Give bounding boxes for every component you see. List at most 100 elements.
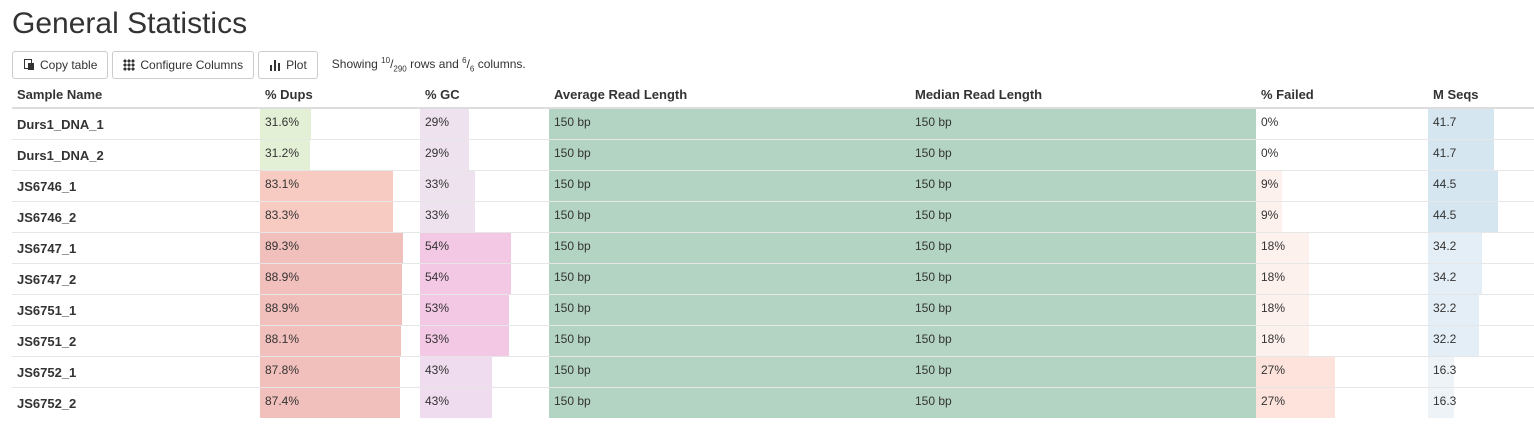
col-header-failed[interactable]: % Failed xyxy=(1256,82,1428,109)
median-read-length-cell: 150 bp xyxy=(910,107,1256,140)
median-read-length-value: 150 bp xyxy=(915,115,952,129)
col-header-dups[interactable]: % Dups xyxy=(260,82,420,109)
sample-name-cell: JS6751_1 xyxy=(12,294,260,326)
dups-cell: 31.6% xyxy=(260,107,420,140)
median-read-length-value: 150 bp xyxy=(915,301,952,315)
col-header-median-read-length[interactable]: Median Read Length xyxy=(910,82,1256,109)
table-row: JS6746_1 83.1% 33% 150 bp 150 bp 9% 44.5 xyxy=(12,170,1534,202)
m-seqs-value: 41.7 xyxy=(1433,146,1457,160)
dups-value: 87.8% xyxy=(265,363,300,377)
avg-read-length-value: 150 bp xyxy=(554,332,591,346)
failed-value: 0% xyxy=(1261,146,1279,160)
dups-cell: 89.3% xyxy=(260,232,420,264)
failed-cell: 9% xyxy=(1256,201,1428,233)
m-seqs-cell: 32.2 xyxy=(1428,294,1534,326)
failed-cell: 27% xyxy=(1256,356,1428,388)
gc-value: 29% xyxy=(425,115,450,129)
m-seqs-cell: 34.2 xyxy=(1428,263,1534,295)
grid-icon xyxy=(123,59,136,71)
m-seqs-cell: 16.3 xyxy=(1428,356,1534,388)
failed-value: 27% xyxy=(1261,394,1286,408)
gc-value: 54% xyxy=(425,239,450,253)
median-read-length-value: 150 bp xyxy=(915,239,952,253)
dups-cell: 87.8% xyxy=(260,356,420,388)
avg-read-length-cell: 150 bp xyxy=(549,232,910,264)
m-seqs-cell: 41.7 xyxy=(1428,139,1534,171)
dups-value: 88.9% xyxy=(265,270,300,284)
m-seqs-value: 16.3 xyxy=(1433,394,1457,408)
m-seqs-cell: 16.3 xyxy=(1428,387,1534,418)
median-read-length-value: 150 bp xyxy=(915,208,952,222)
gc-value: 33% xyxy=(425,208,450,222)
median-read-length-cell: 150 bp xyxy=(910,294,1256,326)
avg-read-length-cell: 150 bp xyxy=(549,263,910,295)
median-read-length-cell: 150 bp xyxy=(910,201,1256,233)
plot-button[interactable]: Plot xyxy=(258,51,318,79)
avg-read-length-cell: 150 bp xyxy=(549,201,910,233)
dups-value: 88.9% xyxy=(265,301,300,315)
sample-name-cell: JS6747_2 xyxy=(12,263,260,295)
failed-value: 27% xyxy=(1261,363,1286,377)
dups-cell: 83.3% xyxy=(260,201,420,233)
col-header-sample-name[interactable]: Sample Name xyxy=(12,82,260,109)
table-row: JS6747_1 89.3% 54% 150 bp 150 bp 18% 34.2 xyxy=(12,232,1534,264)
failed-cell: 0% xyxy=(1256,107,1428,140)
failed-value: 18% xyxy=(1261,270,1286,284)
sample-name-cell: JS6746_2 xyxy=(12,201,260,233)
avg-read-length-value: 150 bp xyxy=(554,394,591,408)
sample-name-cell: JS6751_2 xyxy=(12,325,260,357)
table-row: JS6751_1 88.9% 53% 150 bp 150 bp 18% 32.2 xyxy=(12,294,1534,326)
failed-value: 0% xyxy=(1261,115,1279,129)
m-seqs-cell: 32.2 xyxy=(1428,325,1534,357)
table-row: JS6752_2 87.4% 43% 150 bp 150 bp 27% 16.3 xyxy=(12,387,1534,418)
m-seqs-cell: 41.7 xyxy=(1428,107,1534,140)
median-read-length-value: 150 bp xyxy=(915,270,952,284)
dups-value: 87.4% xyxy=(265,394,300,408)
configure-columns-button[interactable]: Configure Columns xyxy=(112,51,255,79)
m-seqs-cell: 44.5 xyxy=(1428,201,1534,233)
sample-name-cell: JS6747_1 xyxy=(12,232,260,264)
failed-value: 9% xyxy=(1261,177,1279,191)
general-statistics-table: Sample Name % Dups % GC Average Read Len… xyxy=(12,82,1534,418)
dups-value: 83.3% xyxy=(265,208,300,222)
table-header-row: Sample Name % Dups % GC Average Read Len… xyxy=(12,82,1534,109)
median-read-length-value: 150 bp xyxy=(915,394,952,408)
avg-read-length-cell: 150 bp xyxy=(549,294,910,326)
copy-table-button[interactable]: Copy table xyxy=(12,51,109,79)
showing-rows-info: Showing 10/290 rows and 6/6 columns. xyxy=(331,56,526,74)
gc-value: 43% xyxy=(425,394,450,408)
avg-read-length-value: 150 bp xyxy=(554,146,591,160)
m-seqs-cell: 34.2 xyxy=(1428,232,1534,264)
gc-cell: 43% xyxy=(420,387,549,418)
table-row: JS6746_2 83.3% 33% 150 bp 150 bp 9% 44.5 xyxy=(12,201,1534,233)
col-header-avg-read-length[interactable]: Average Read Length xyxy=(549,82,910,109)
table-row: JS6751_2 88.1% 53% 150 bp 150 bp 18% 32.2 xyxy=(12,325,1534,357)
dups-cell: 31.2% xyxy=(260,139,420,171)
dups-cell: 88.1% xyxy=(260,325,420,357)
median-read-length-cell: 150 bp xyxy=(910,263,1256,295)
gc-cell: 29% xyxy=(420,139,549,171)
failed-cell: 18% xyxy=(1256,232,1428,264)
gc-cell: 54% xyxy=(420,232,549,264)
median-read-length-value: 150 bp xyxy=(915,332,952,346)
dups-value: 88.1% xyxy=(265,332,300,346)
avg-read-length-value: 150 bp xyxy=(554,363,591,377)
dups-cell: 83.1% xyxy=(260,170,420,202)
avg-read-length-value: 150 bp xyxy=(554,115,591,129)
table-toolbar: Copy table Configure Columns Plot Showin… xyxy=(12,50,526,80)
m-seqs-value: 32.2 xyxy=(1433,301,1457,315)
failed-cell: 9% xyxy=(1256,170,1428,202)
gc-value: 53% xyxy=(425,301,450,315)
table-row: Durs1_DNA_2 31.2% 29% 150 bp 150 bp 0% 41.7 xyxy=(12,139,1534,171)
col-header-m-seqs[interactable]: M Seqs xyxy=(1428,82,1534,109)
avg-read-length-cell: 150 bp xyxy=(549,387,910,418)
m-seqs-value: 34.2 xyxy=(1433,239,1457,253)
gc-cell: 54% xyxy=(420,263,549,295)
median-read-length-cell: 150 bp xyxy=(910,356,1256,388)
avg-read-length-cell: 150 bp xyxy=(549,107,910,140)
sample-name-cell: JS6752_1 xyxy=(12,356,260,388)
col-header-gc[interactable]: % GC xyxy=(420,82,549,109)
failed-cell: 18% xyxy=(1256,325,1428,357)
failed-cell: 27% xyxy=(1256,387,1428,418)
gc-cell: 53% xyxy=(420,325,549,357)
